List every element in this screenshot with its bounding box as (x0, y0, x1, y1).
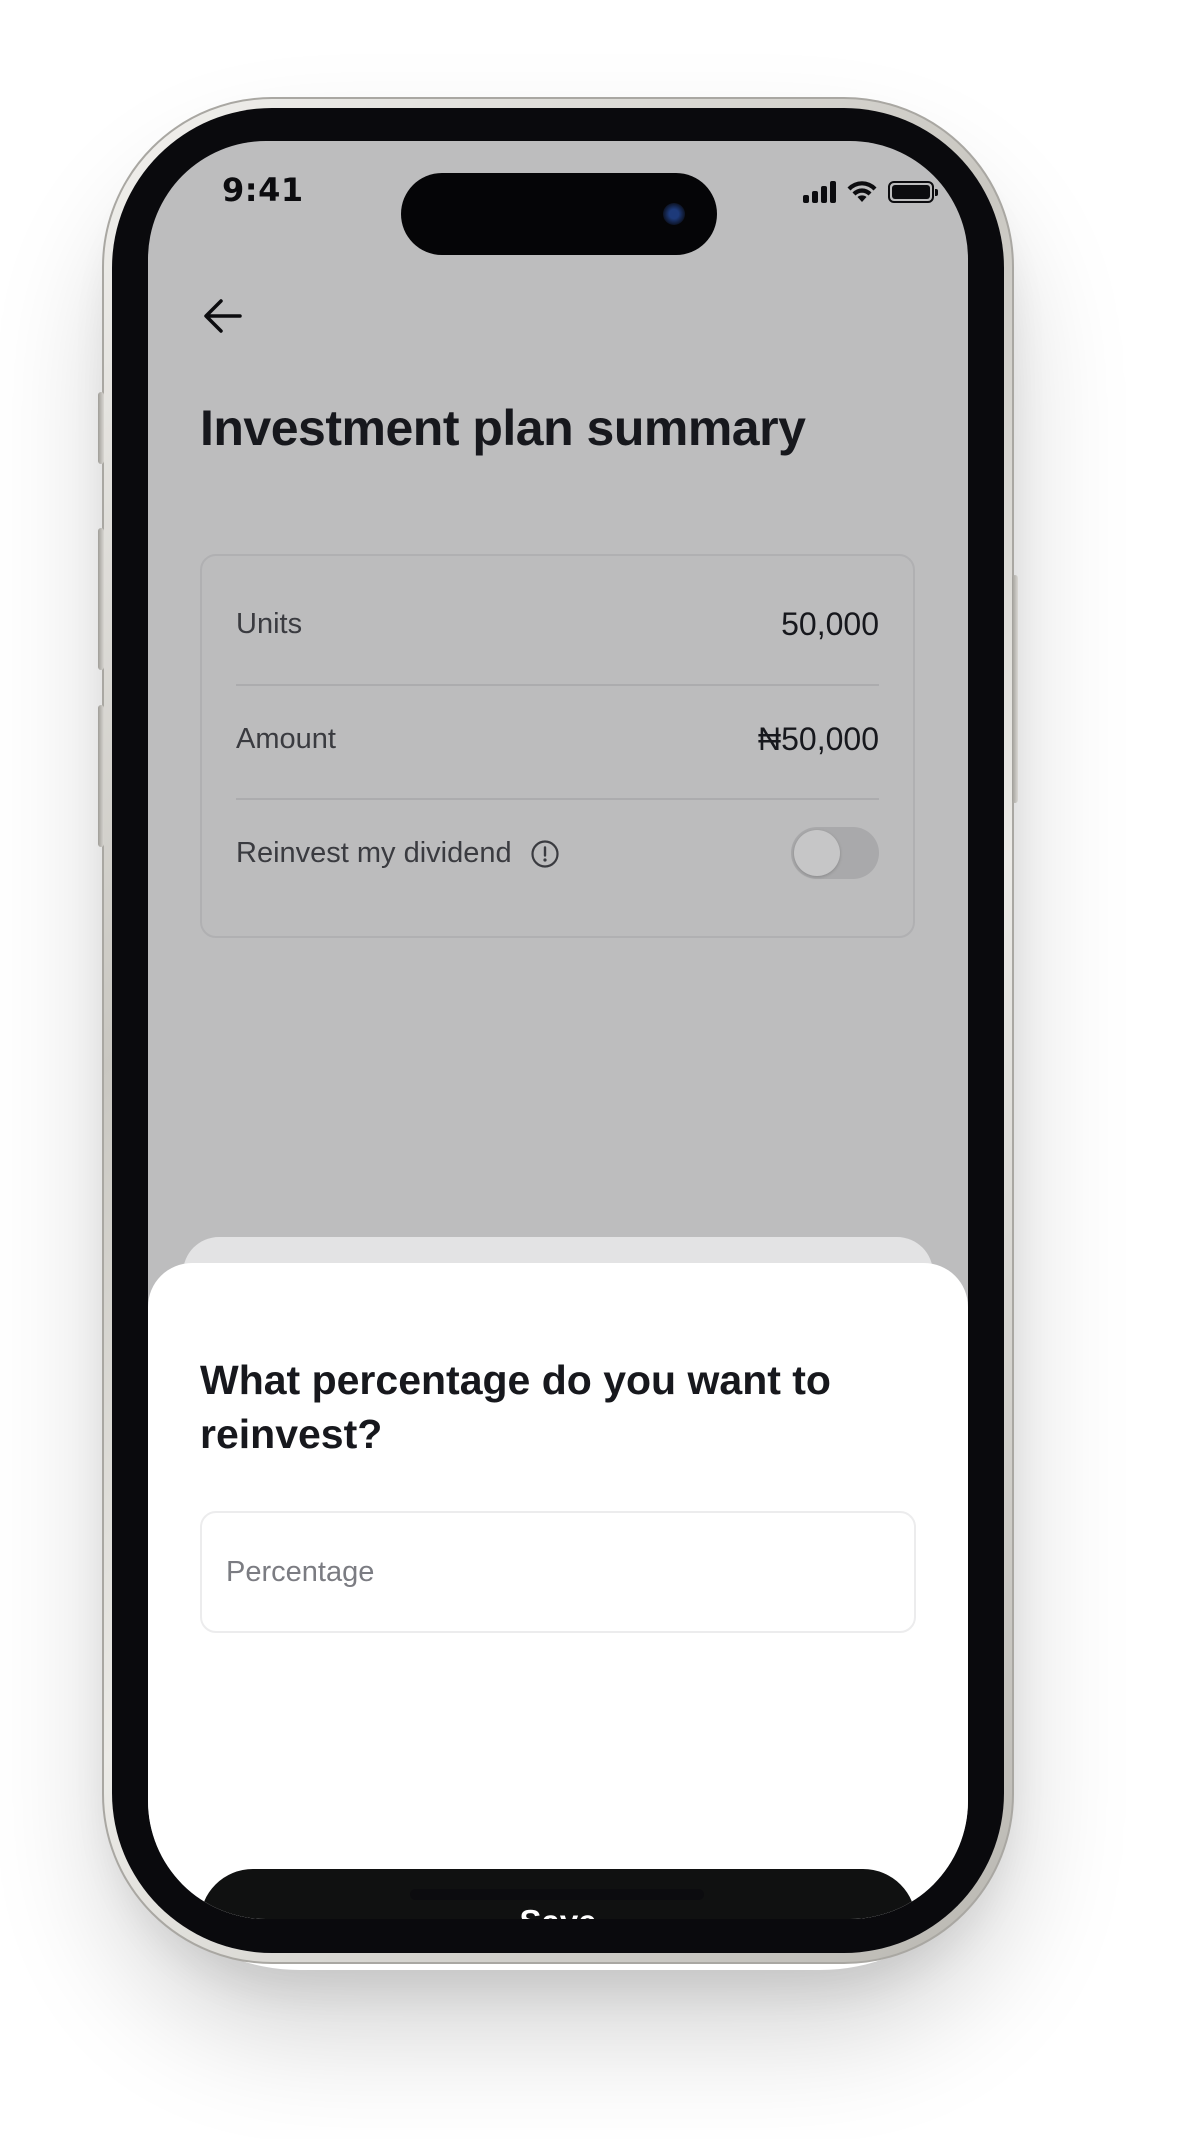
status-icons (803, 179, 938, 203)
reinvest-toggle[interactable] (791, 827, 879, 879)
signal-icon (803, 181, 836, 203)
action-button (98, 392, 104, 464)
page-title: Investment plan summary (200, 400, 806, 456)
home-indicator (410, 1889, 704, 1900)
volume-down-button (98, 705, 104, 847)
percentage-field[interactable] (200, 1511, 916, 1633)
battery-icon (888, 181, 938, 203)
arrow-left-icon (204, 299, 242, 333)
units-row: Units 50,000 (236, 596, 879, 652)
phone-screen: 9:41 Investment plan summary Units 50,00… (148, 141, 968, 1919)
dynamic-island (401, 173, 717, 255)
info-icon[interactable] (530, 839, 560, 869)
amount-row: Amount ₦50,000 (236, 711, 879, 767)
summary-card: Units 50,000 Amount ₦50,000 Reinvest my … (200, 554, 915, 938)
amount-value: ₦50,000 (758, 720, 879, 757)
divider (236, 798, 879, 800)
units-value: 50,000 (781, 605, 879, 642)
wifi-icon (847, 181, 877, 202)
reinvest-label-group: Reinvest my dividend (236, 837, 560, 870)
back-button[interactable] (198, 291, 248, 341)
status-time: 9:41 (222, 171, 304, 209)
reinvest-label: Reinvest my dividend (236, 836, 512, 869)
units-label: Units (236, 607, 303, 640)
reinvest-row: Reinvest my dividend (236, 824, 879, 882)
reinvest-bottom-sheet: What percentage do you want to reinvest?… (148, 1263, 968, 1919)
volume-up-button (98, 528, 104, 670)
percentage-input[interactable] (226, 1555, 890, 1589)
camera-icon (663, 203, 685, 225)
toggle-knob (794, 830, 840, 876)
sheet-title: What percentage do you want to reinvest? (200, 1357, 831, 1457)
amount-label: Amount (236, 722, 336, 755)
power-button (1012, 575, 1018, 803)
divider (236, 684, 879, 686)
status-bar: 9:41 (148, 141, 968, 255)
